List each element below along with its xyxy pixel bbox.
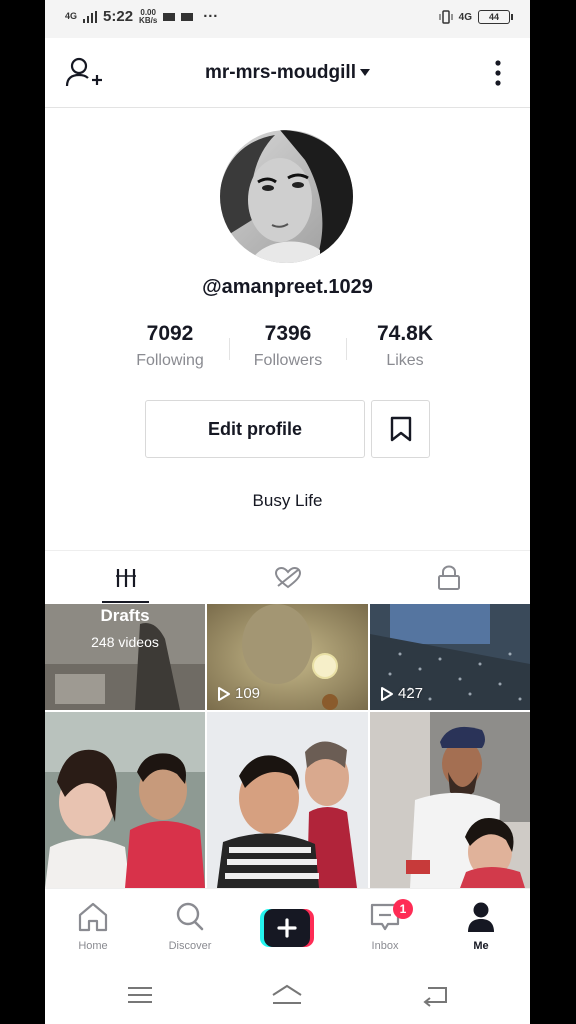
stat-value: 7092 xyxy=(146,322,194,345)
nav-label: Me xyxy=(473,940,489,952)
stat-value: 74.8K xyxy=(376,322,434,345)
bio-text: Busy Life xyxy=(252,491,323,510)
grid-icon xyxy=(115,569,136,587)
notification-icons xyxy=(163,12,194,21)
home-icon xyxy=(78,902,108,932)
active-tab-indicator xyxy=(102,601,149,603)
battery-indicator: 44 xyxy=(478,10,513,24)
stat-followers[interactable]: 7396 Followers xyxy=(228,322,348,370)
phone-screen: 4G 5:22 0.00 KB/s ··· 4G 44 mr-mrs-moudgi… xyxy=(45,0,530,1024)
content-tabs xyxy=(45,550,530,605)
nav-label: Home xyxy=(78,940,108,952)
play-icon xyxy=(381,686,393,701)
network-indicator: 4G xyxy=(65,11,78,21)
notification-badge: 1 xyxy=(393,899,413,919)
clock: 5:22 xyxy=(103,8,134,25)
username: @amanpreet.1029 xyxy=(202,276,373,298)
status-bar: 4G 5:22 0.00 KB/s ··· 4G 44 xyxy=(45,0,530,38)
nav-discover[interactable]: Discover xyxy=(150,889,230,967)
drafts-title: Drafts xyxy=(100,606,150,625)
account-switcher[interactable]: mr-mrs-moudgill xyxy=(45,62,530,84)
tab-liked[interactable] xyxy=(207,551,368,605)
stat-value: 7396 xyxy=(264,322,312,345)
signal-icon xyxy=(83,10,98,23)
system-nav-bar xyxy=(45,966,530,1024)
vibrate-icon xyxy=(439,10,453,24)
bookmark-icon xyxy=(390,416,411,442)
more-notifications: ··· xyxy=(203,8,219,25)
stat-likes[interactable]: 74.8K Likes xyxy=(345,322,465,370)
drafts-count: 248 videos xyxy=(91,634,159,650)
stat-label: Followers xyxy=(253,352,323,369)
avatar[interactable] xyxy=(220,130,353,263)
network-indicator-right: 4G xyxy=(458,11,472,23)
video-tile[interactable]: 109 xyxy=(207,604,368,710)
video-tile[interactable] xyxy=(45,712,205,888)
nav-inbox[interactable]: 1 Inbox xyxy=(345,889,425,967)
bottom-nav: Home Discover 1 Inbox Me xyxy=(45,888,530,967)
video-tile[interactable]: 427 xyxy=(370,604,530,710)
home-key-icon[interactable] xyxy=(270,982,304,1008)
tab-private[interactable] xyxy=(368,551,529,605)
video-tile[interactable] xyxy=(207,712,368,888)
play-icon xyxy=(218,686,230,701)
nav-home[interactable]: Home xyxy=(53,889,133,967)
video-tile[interactable] xyxy=(370,712,530,888)
nav-label: Discover xyxy=(168,940,212,952)
edit-profile-button[interactable]: Edit profile xyxy=(145,400,365,458)
video-thumbnail xyxy=(207,712,368,888)
menu-icon[interactable] xyxy=(125,982,155,1008)
tab-videos[interactable] xyxy=(45,551,206,605)
video-grid: Drafts 248 videos 109 427 xyxy=(45,604,530,888)
more-icon[interactable] xyxy=(488,58,508,88)
stat-label: Following xyxy=(136,352,204,369)
video-thumbnail xyxy=(370,712,530,888)
lock-icon xyxy=(437,565,460,590)
liked-icon xyxy=(274,566,301,589)
chevron-down-icon xyxy=(359,69,370,77)
network-speed: 0.00 KB/s xyxy=(139,7,158,25)
favorites-button[interactable] xyxy=(371,400,430,458)
view-count: 109 xyxy=(217,685,260,702)
nav-me[interactable]: Me xyxy=(441,889,521,967)
stat-following[interactable]: 7092 Following xyxy=(110,322,230,370)
avatar-image xyxy=(220,130,353,263)
create-button[interactable] xyxy=(260,909,314,947)
video-thumbnail xyxy=(45,712,205,888)
page-title: mr-mrs-moudgill xyxy=(205,62,356,83)
nav-label: Inbox xyxy=(371,940,399,952)
discover-icon xyxy=(176,902,204,931)
stat-label: Likes xyxy=(386,352,424,369)
profile-header: mr-mrs-moudgill xyxy=(45,38,530,108)
view-count: 427 xyxy=(380,685,423,702)
back-icon[interactable] xyxy=(420,982,450,1008)
me-icon xyxy=(468,902,494,932)
profile-stats: 7092 Following 7396 Followers 74.8K Like… xyxy=(45,322,530,382)
drafts-tile[interactable]: Drafts 248 videos xyxy=(45,604,205,710)
